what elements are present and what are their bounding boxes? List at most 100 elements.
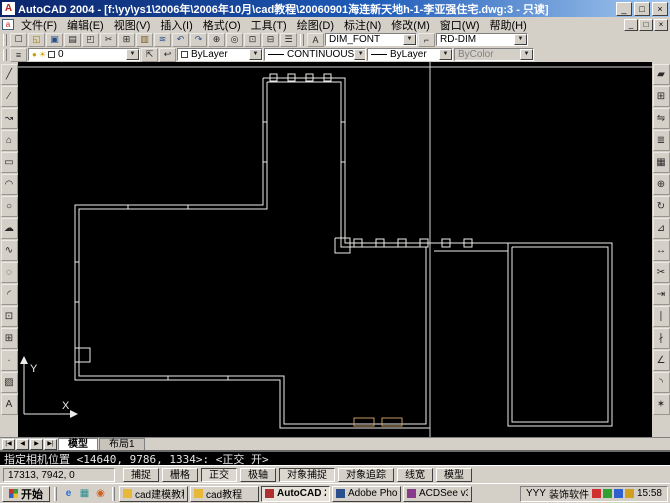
zoom-window-icon[interactable]: ⊡ (244, 33, 261, 47)
layer-previous-icon[interactable]: ↩ (159, 48, 176, 62)
minimize-button[interactable]: _ (616, 2, 632, 16)
chevron-down-icon[interactable]: ▼ (403, 34, 416, 45)
erase-icon[interactable]: ▰ (653, 64, 670, 85)
point-icon[interactable]: ∙ (1, 350, 18, 371)
maximize-button[interactable]: □ (634, 2, 650, 16)
dim-style-combo[interactable]: RD-DIM ▼ (436, 33, 528, 46)
menu-draw[interactable]: 绘图(D) (292, 16, 339, 34)
tab-nav-3[interactable]: ▶| (44, 439, 57, 450)
tab-nav-2[interactable]: ▶ (30, 439, 43, 450)
revision-cloud-icon[interactable]: ☁ (1, 218, 18, 239)
layer-manager-icon[interactable]: ≡ (10, 48, 27, 62)
color-combo[interactable]: ByLayer ▼ (177, 48, 263, 61)
circle-icon[interactable]: ○ (1, 196, 18, 217)
line-icon[interactable]: ╱ (1, 64, 18, 85)
toolbar-grip[interactable] (3, 49, 7, 61)
doc-close-button[interactable]: × (654, 19, 668, 31)
cut-icon[interactable]: ✂ (100, 33, 117, 47)
status-toggle-grid[interactable]: 栅格 (162, 468, 198, 482)
copy-icon[interactable]: ⊞ (118, 33, 135, 47)
properties-icon[interactable]: ☰ (280, 33, 297, 47)
trim-icon[interactable]: ✂ (653, 262, 670, 283)
redo-icon[interactable]: ↷ (190, 33, 207, 47)
array-icon[interactable]: ▦ (653, 152, 670, 173)
layer-combo[interactable]: ● ☀ 0 ▼ (28, 48, 140, 61)
arc-icon[interactable]: ◠ (1, 174, 18, 195)
spline-icon[interactable]: ∿ (1, 240, 18, 261)
command-line[interactable]: 指定相机位置 <14640, 9786, 1334>: <正交 开> (0, 450, 670, 465)
status-toggle-ortho[interactable]: 正交 (201, 468, 237, 482)
tray-icon-red[interactable] (592, 489, 601, 498)
drawing-canvas[interactable]: YX (18, 62, 652, 437)
make-block-icon[interactable]: ⊞ (1, 328, 18, 349)
menu-window[interactable]: 窗口(W) (435, 16, 485, 34)
zoom-previous-icon[interactable]: ⊟ (262, 33, 279, 47)
mtext-icon[interactable]: A (1, 394, 18, 415)
fillet-icon[interactable]: ◝ (653, 372, 670, 393)
undo-icon[interactable]: ↶ (172, 33, 189, 47)
ellipse-icon[interactable]: ◌ (1, 262, 18, 283)
status-toggle-lwt[interactable]: 线宽 (397, 468, 433, 482)
chamfer-icon[interactable]: ∠ (653, 350, 670, 371)
move-icon[interactable]: ⊕ (653, 174, 670, 195)
taskbar-task-2[interactable]: cad教程 (190, 486, 259, 502)
rotate-icon[interactable]: ↻ (653, 196, 670, 217)
open-icon[interactable]: ◱ (28, 33, 45, 47)
status-toggle-snap[interactable]: 捕捉 (123, 468, 159, 482)
menu-file[interactable]: 文件(F) (16, 16, 62, 34)
offset-icon[interactable]: ≣ (653, 130, 670, 151)
extend-icon[interactable]: ⇥ (653, 284, 670, 305)
paste-icon[interactable]: ▥ (136, 33, 153, 47)
tab-nav-1[interactable]: ◀ (16, 439, 29, 450)
insert-block-icon[interactable]: ⊡ (1, 306, 18, 327)
chevron-down-icon[interactable]: ▼ (354, 49, 366, 60)
media-player-icon[interactable]: ◉ (93, 486, 108, 501)
hatch-icon[interactable]: ▨ (1, 372, 18, 393)
menu-insert[interactable]: 插入(I) (155, 16, 197, 34)
status-toggle-otrack[interactable]: 对象追踪 (338, 468, 394, 482)
stretch-icon[interactable]: ↔ (653, 240, 670, 261)
chevron-down-icon[interactable]: ▼ (514, 34, 527, 45)
status-toggle-polar[interactable]: 极轴 (240, 468, 276, 482)
ellipse-arc-icon[interactable]: ◜ (1, 284, 18, 305)
polyline-icon[interactable]: ↝ (1, 108, 18, 129)
construction-line-icon[interactable]: ⁄ (1, 86, 18, 107)
rectangle-icon[interactable]: ▭ (1, 152, 18, 173)
polygon-icon[interactable]: ⌂ (1, 130, 18, 151)
break-at-point-icon[interactable]: ∣ (653, 306, 670, 327)
make-layer-current-icon[interactable]: ⇱ (141, 48, 158, 62)
toolbar-grip[interactable] (300, 34, 304, 46)
scale-icon[interactable]: ⊿ (653, 218, 670, 239)
menu-edit[interactable]: 编辑(E) (62, 16, 109, 34)
menu-format[interactable]: 格式(O) (198, 16, 246, 34)
new-icon[interactable]: ☐ (10, 33, 27, 47)
dim-style-icon[interactable]: ⌐ (418, 33, 435, 47)
show-desktop-icon[interactable]: ▦ (77, 486, 92, 501)
pan-icon[interactable]: ⊕ (208, 33, 225, 47)
plot-icon[interactable]: ▤ (64, 33, 81, 47)
zoom-realtime-icon[interactable]: ◎ (226, 33, 243, 47)
close-button[interactable]: × (652, 2, 668, 16)
status-toggle-osnap[interactable]: 对象捕捉 (279, 468, 335, 482)
linetype-combo[interactable]: CONTINUOUS ▼ (264, 48, 366, 61)
match-properties-icon[interactable]: ≋ (154, 33, 171, 47)
taskbar-task-3[interactable]: AutoCAD 200... (261, 486, 330, 502)
internet-explorer-icon[interactable]: e (61, 486, 76, 501)
plot-preview-icon[interactable]: ◰ (82, 33, 99, 47)
tray-icon-yellow[interactable] (625, 489, 634, 498)
tray-icon-green[interactable] (603, 489, 612, 498)
status-toggle-model[interactable]: 模型 (436, 468, 472, 482)
menu-view[interactable]: 视图(V) (109, 16, 156, 34)
chevron-down-icon[interactable]: ▼ (249, 49, 262, 60)
break-icon[interactable]: ∤ (653, 328, 670, 349)
taskbar-task-5[interactable]: ACDSee v3.1... (403, 486, 472, 502)
tab-model[interactable]: 模型 (58, 438, 98, 450)
menu-help[interactable]: 帮助(H) (485, 16, 532, 34)
copy-object-icon[interactable]: ⊞ (653, 86, 670, 107)
start-button[interactable]: 开始 (2, 486, 50, 502)
tray-icon-blue[interactable] (614, 489, 623, 498)
doc-restore-button[interactable]: □ (639, 19, 653, 31)
chevron-down-icon[interactable]: ▼ (126, 49, 139, 60)
menu-modify[interactable]: 修改(M) (386, 16, 435, 34)
tab-layout1[interactable]: 布局1 (99, 438, 145, 450)
